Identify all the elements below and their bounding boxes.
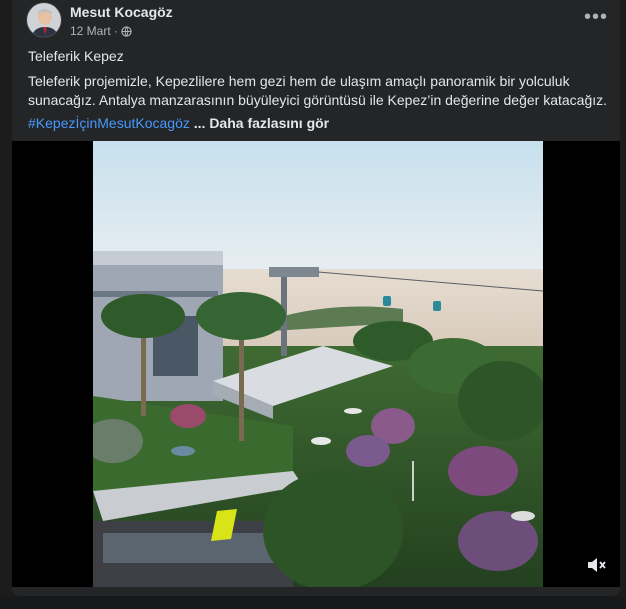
post-date[interactable]: 12 Mart: [70, 24, 111, 38]
hashtag-link[interactable]: #KepezİçinMesutKocagöz: [28, 115, 190, 131]
post-card: Mesut Kocagöz 12 Mart · ••• Teleferik Ke…: [12, 0, 620, 596]
author-name[interactable]: Mesut Kocagöz: [70, 4, 173, 20]
more-options-button[interactable]: •••: [582, 6, 610, 28]
video-scene-image: [93, 141, 543, 587]
person-portrait-icon: [27, 3, 61, 37]
post-body: Teleferik projemizle, Kepezlilere hem ge…: [28, 73, 608, 108]
globe-icon: [121, 25, 132, 37]
video-container[interactable]: [12, 141, 620, 587]
page-bottom-strip: [0, 596, 626, 609]
post-tags: #KepezİçinMesutKocagöz ... Daha fazlasın…: [28, 115, 329, 131]
video-frame[interactable]: [93, 141, 543, 587]
post-header: Mesut Kocagöz 12 Mart · •••: [12, 0, 620, 44]
speaker-muted-icon: [588, 558, 606, 572]
see-more-link[interactable]: ... Daha fazlasını gör: [194, 115, 329, 131]
post-title: Teleferik Kepez: [28, 48, 124, 64]
mute-toggle-button[interactable]: [584, 553, 608, 577]
meta-separator: ·: [113, 24, 118, 38]
post-meta: 12 Mart ·: [70, 24, 132, 38]
author-avatar[interactable]: [26, 2, 62, 38]
